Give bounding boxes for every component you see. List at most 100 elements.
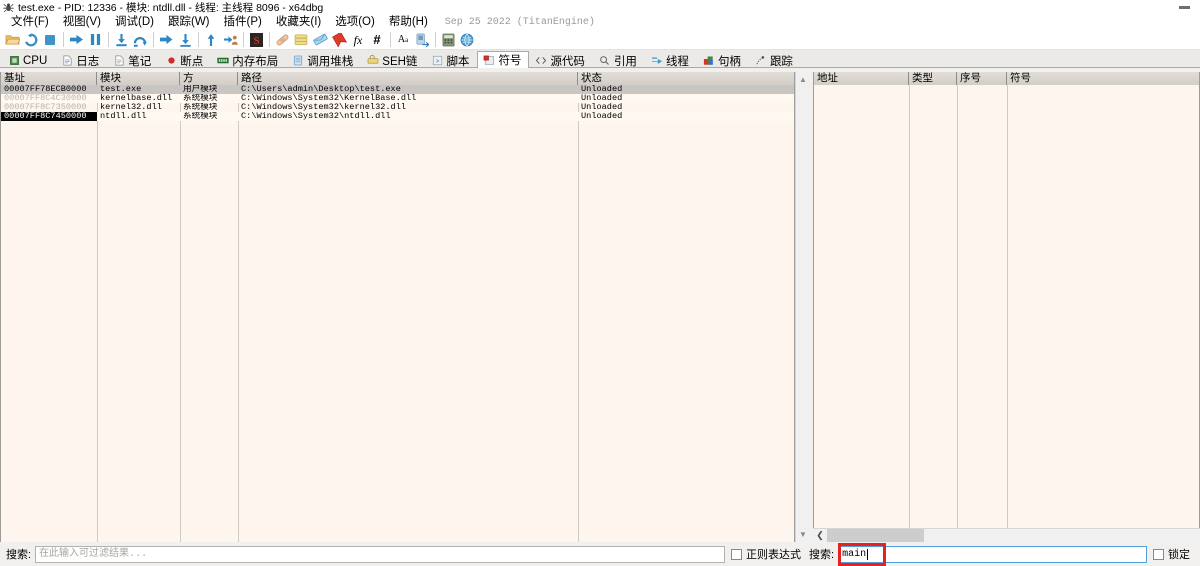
column-divider[interactable] (1007, 85, 1008, 542)
column-divider[interactable] (957, 85, 958, 542)
scroll-down-icon[interactable]: ▼ (796, 527, 811, 542)
tab-threads[interactable]: 线程 (645, 52, 697, 68)
tab-references[interactable]: 引用 (593, 52, 645, 68)
tab-source[interactable]: 源代码 (529, 52, 593, 68)
log-notes-icon[interactable] (292, 31, 310, 49)
tab-log[interactable]: 日志 (55, 52, 107, 68)
threads-icon (651, 55, 663, 67)
cell-party: 系统模块 (180, 103, 238, 112)
calculator-icon[interactable] (439, 31, 457, 49)
column-divider[interactable] (97, 85, 98, 542)
lock-checkbox-row[interactable]: 锁定 (1147, 546, 1196, 562)
menu-options[interactable]: 选项(O) (328, 14, 382, 30)
source-code-icon (535, 55, 547, 67)
patch-icon[interactable] (273, 31, 291, 49)
tab-symbols[interactable]: 符号 (477, 51, 529, 68)
tab-call-stack[interactable]: 调用堆栈 (286, 52, 361, 68)
menu-debug[interactable]: 调试(D) (108, 14, 161, 30)
run-to-user-code-icon[interactable] (221, 31, 239, 49)
stop-icon[interactable] (41, 31, 59, 49)
menu-help[interactable]: 帮助(H) (382, 14, 435, 30)
label-hash-icon[interactable]: # (368, 31, 386, 49)
lock-checkbox[interactable] (1153, 549, 1164, 560)
menu-file[interactable]: 文件(F) (4, 14, 56, 30)
column-status[interactable]: 状态 (578, 72, 794, 85)
column-party[interactable]: 方 (180, 72, 238, 85)
column-symbol-ordinal[interactable]: 序号 (957, 72, 1007, 85)
column-base-address[interactable]: 基址 (1, 72, 97, 85)
minimize-button[interactable] (1170, 0, 1198, 14)
menu-favourites[interactable]: 收藏夹(I) (269, 14, 328, 30)
modules-vertical-scrollbar[interactable]: ▲ ▼ (795, 72, 810, 542)
column-module[interactable]: 模块 (97, 72, 180, 85)
modules-list[interactable]: 基址 模块 方 路径 状态 00007FF78ECB0000 test.exe … (0, 72, 795, 542)
function-icon[interactable]: fx (349, 31, 367, 49)
tab-memory-map[interactable]: 内存布局 (211, 52, 286, 68)
handles-icon (703, 55, 715, 67)
open-icon[interactable] (3, 31, 21, 49)
execute-till-return-icon[interactable] (202, 31, 220, 49)
search-label: 搜索: (807, 546, 838, 562)
column-divider[interactable] (180, 85, 181, 542)
step-into-icon[interactable] (112, 31, 130, 49)
step-over-icon[interactable] (131, 31, 149, 49)
regex-checkbox-row[interactable]: 正则表达式 (725, 546, 807, 562)
restart-icon[interactable] (22, 31, 40, 49)
scroll-up-icon[interactable]: ▲ (796, 72, 811, 87)
scrollbar-thumb[interactable] (827, 529, 924, 542)
tab-handles[interactable]: 句柄 (697, 52, 749, 68)
menu-view[interactable]: 视图(V) (56, 14, 108, 30)
menu-plugins[interactable]: 插件(P) (217, 14, 269, 30)
tab-script[interactable]: > 脚本 (425, 52, 477, 68)
comment-icon[interactable] (311, 31, 329, 49)
table-row[interactable]: 00007FF78ECB0000 test.exe 用户模块 C:\Users\… (1, 85, 794, 94)
column-divider[interactable] (238, 85, 239, 542)
tab-breakpoints[interactable]: 断点 (159, 52, 211, 68)
step-out-icon[interactable] (157, 31, 175, 49)
menu-trace[interactable]: 跟踪(W) (161, 14, 217, 30)
table-row[interactable]: 00007FF8C7350000 kernel32.dll 系统模块 C:\Wi… (1, 103, 794, 112)
breakpoint-icon (165, 55, 177, 67)
column-path[interactable]: 路径 (238, 72, 578, 85)
call-stack-icon (292, 55, 304, 67)
toolbar-separator (63, 32, 64, 47)
symbols-list[interactable]: 地址 类型 序号 符号 (813, 72, 1200, 542)
script-icon: > (431, 55, 443, 67)
bug-icon (2, 1, 15, 13)
font-icon[interactable]: Aa (394, 31, 412, 49)
symbols-horizontal-scrollbar[interactable]: ❮ (813, 528, 1200, 542)
column-symbol-type[interactable]: 类型 (909, 72, 957, 85)
cell-module: ntdll.dll (97, 112, 180, 121)
table-row[interactable]: 00007FF8C4C30000 kernelbase.dll 系统模块 C:\… (1, 94, 794, 103)
filter-input[interactable]: 在此输入可过滤结果... (35, 546, 725, 563)
column-divider[interactable] (578, 85, 579, 542)
cpu-icon (8, 55, 20, 67)
search-input[interactable]: main (838, 546, 1147, 563)
tab-label: 源代码 (550, 53, 585, 69)
workspace: 基址 模块 方 路径 状态 00007FF78ECB0000 test.exe … (0, 72, 1200, 542)
column-divider[interactable] (909, 85, 910, 542)
skip-icon[interactable]: S (247, 31, 265, 49)
regex-label: 正则表达式 (746, 546, 801, 562)
bookmark-icon[interactable] (330, 31, 348, 49)
column-symbol-address[interactable]: 地址 (814, 72, 909, 85)
column-symbol-name[interactable]: 符号 (1007, 72, 1199, 85)
regex-checkbox[interactable] (731, 549, 742, 560)
title-bar: test.exe - PID: 12336 - 模块: ntdll.dll - … (0, 0, 1200, 14)
tab-cpu[interactable]: CPU (2, 52, 55, 68)
globe-icon[interactable] (458, 31, 476, 49)
attach-icon[interactable] (413, 31, 431, 49)
svg-text:S: S (253, 35, 259, 47)
tab-notes[interactable]: 笔记 (107, 52, 159, 68)
scroll-left-icon[interactable]: ❮ (813, 529, 827, 543)
table-row[interactable]: 00007FF8C7450000 ntdll.dll 系统模块 C:\Windo… (1, 112, 794, 121)
tab-trace[interactable]: 跟踪 (749, 52, 801, 68)
pause-icon[interactable] (86, 31, 104, 49)
tab-seh[interactable]: SEH链 (361, 52, 425, 68)
tab-label: 脚本 (446, 53, 469, 69)
run-to-icon[interactable] (176, 31, 194, 49)
menu-bar: 文件(F) 视图(V) 调试(D) 跟踪(W) 插件(P) 收藏夹(I) 选项(… (0, 14, 1200, 30)
run-icon[interactable] (67, 31, 85, 49)
toolbar-separator (390, 32, 391, 47)
scrollbar-track[interactable] (827, 529, 1200, 543)
